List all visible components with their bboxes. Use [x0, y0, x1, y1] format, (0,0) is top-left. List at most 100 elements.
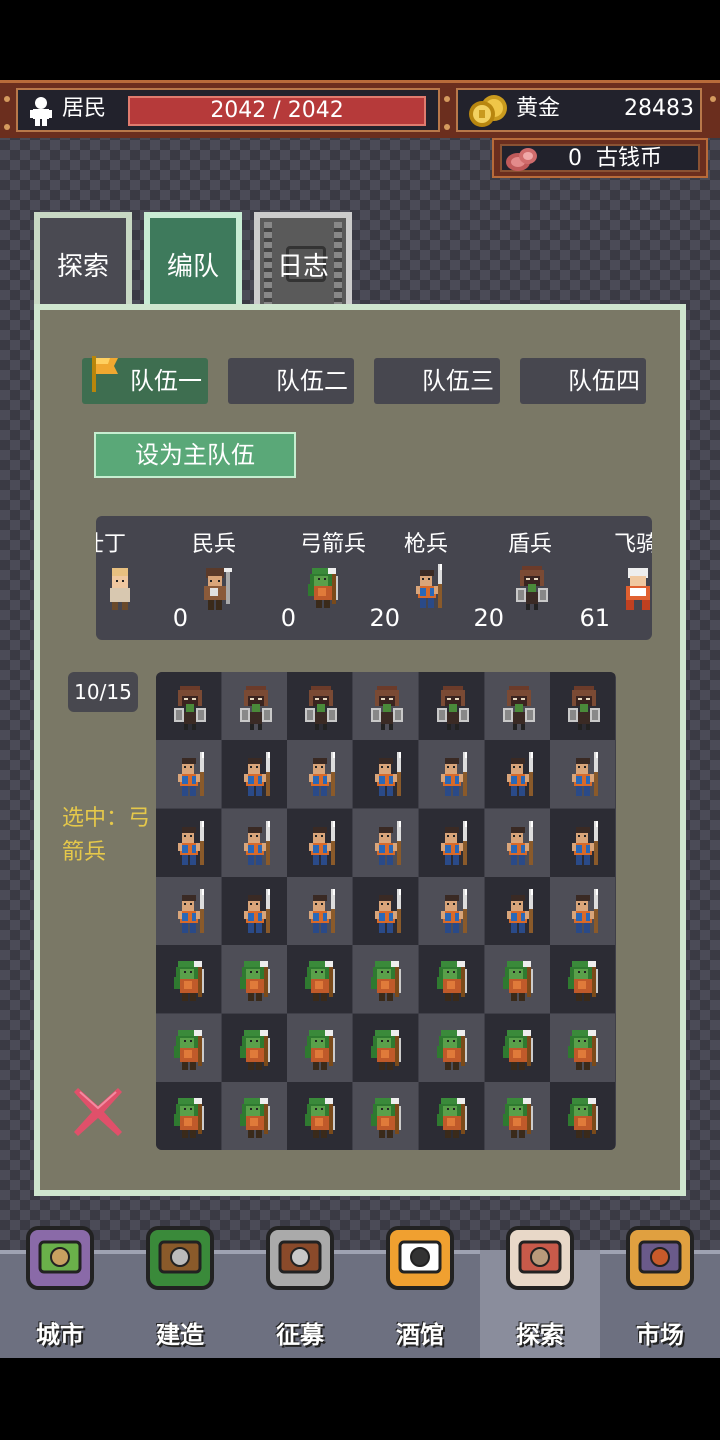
grid-cell[interactable] [287, 945, 353, 1014]
grid-cell[interactable] [418, 945, 484, 1014]
nav-city[interactable]: 城市 [0, 1226, 120, 1358]
grid-cell[interactable] [418, 1081, 484, 1150]
grid-cell[interactable] [156, 1081, 221, 1150]
gold-panel[interactable]: 黄金 28483 [456, 88, 702, 132]
grid-cell[interactable] [287, 808, 353, 877]
grid-cell[interactable] [550, 945, 616, 1014]
grid-cell[interactable] [418, 876, 484, 945]
tab-log-label: 日志 [276, 252, 329, 282]
grid-cell[interactable] [156, 740, 221, 809]
unit-sprite-spearman [309, 752, 336, 797]
grid-cell[interactable] [484, 876, 550, 945]
tab-formation[interactable]: 编队 [144, 212, 242, 314]
unit-sprite-shieldman [502, 686, 535, 730]
unit-sprite-spearman[interactable] [408, 560, 448, 616]
grid-cell[interactable] [550, 1081, 616, 1150]
ancient-coin-panel[interactable]: 0 古钱币 [492, 138, 708, 178]
unit-sprite-archer[interactable] [304, 560, 344, 616]
nav-label: 市场 [636, 1321, 684, 1349]
nav-label: 城市 [36, 1321, 84, 1349]
grid-cell[interactable] [287, 1081, 353, 1150]
grid-cell[interactable] [484, 1081, 550, 1150]
team-1-label: 队伍一 [130, 367, 202, 395]
grid-cell[interactable] [550, 808, 616, 877]
unit-sprite-spearman [375, 820, 402, 865]
unit-sprite-militia[interactable] [196, 560, 236, 616]
unit-name: 壮丁 [96, 532, 127, 557]
tab-formation-label: 编队 [166, 252, 219, 282]
unit-sprite-spearman [375, 752, 402, 797]
grid-cell[interactable] [287, 740, 353, 809]
grid-cell[interactable] [156, 1013, 221, 1082]
unit-sprite-spearman [243, 752, 270, 797]
grid-cell[interactable] [221, 1013, 287, 1082]
grid-cell[interactable] [156, 876, 221, 945]
grid-cell[interactable] [484, 1013, 550, 1082]
grid-cell[interactable] [156, 945, 221, 1014]
unit-sprite-archer [502, 1029, 533, 1070]
grid-cell[interactable] [550, 672, 616, 740]
unit-sprite-spearman [440, 820, 467, 865]
unit-sprite-spearman [506, 888, 533, 933]
grid-cell[interactable] [550, 740, 616, 809]
grid-cell[interactable] [353, 1013, 419, 1082]
unit-sprite-archer [371, 1029, 402, 1070]
grid-cell[interactable] [221, 1081, 287, 1150]
grid-cell[interactable] [484, 945, 550, 1014]
unit-sprite-spearman [506, 820, 533, 865]
bolt-decoration [4, 96, 10, 102]
team-1-button[interactable]: 队伍一 [82, 356, 208, 404]
unit-sprite-rider[interactable] [618, 560, 652, 616]
grid-cell[interactable] [484, 672, 550, 740]
grid-cell[interactable] [353, 740, 419, 809]
grid-cell[interactable] [287, 672, 353, 740]
unit-sprite-spearman [309, 820, 336, 865]
grid-cell[interactable] [221, 945, 287, 1014]
formation-grid[interactable] [156, 672, 616, 1150]
grid-cell[interactable] [418, 740, 484, 809]
grid-cell[interactable] [353, 672, 419, 740]
grid-cell[interactable] [156, 672, 221, 740]
grid-cell[interactable] [353, 876, 419, 945]
unit-sprite-spearman [506, 752, 533, 797]
tab-explore[interactable]: 探索 [34, 212, 132, 308]
unit-sprite-archer [174, 1029, 204, 1070]
explore-icon [506, 1226, 574, 1290]
tab-log[interactable]: 日志 [254, 212, 352, 308]
unit-name: 飞骑 [614, 532, 652, 557]
grid-cell[interactable] [550, 1013, 616, 1082]
grid-cell[interactable] [484, 740, 550, 809]
grid-cell[interactable] [418, 808, 484, 877]
nav-market[interactable]: 市场 [600, 1226, 720, 1358]
grid-cell[interactable] [353, 808, 419, 877]
grid-cell[interactable] [221, 876, 287, 945]
set-main-team-button[interactable]: 设为主队伍 [94, 432, 296, 478]
grid-cell[interactable] [221, 672, 287, 740]
grid-cell[interactable] [156, 808, 221, 877]
unit-sprite-shieldman[interactable] [512, 560, 552, 616]
close-icon[interactable] [70, 1084, 126, 1140]
nav-build[interactable]: 建造 [120, 1226, 240, 1358]
chain-decoration [334, 222, 342, 304]
team-2-button[interactable]: 队伍二 [228, 358, 354, 404]
selected-unit-text: 选中：弓箭兵 [62, 806, 151, 865]
team-4-button[interactable]: 队伍四 [520, 358, 646, 404]
grid-cell[interactable] [353, 1081, 419, 1150]
nav-explore[interactable]: 探索 [480, 1226, 600, 1358]
status-bar-area [0, 0, 720, 80]
grid-cell[interactable] [484, 808, 550, 877]
grid-cell[interactable] [418, 672, 484, 740]
grid-cell[interactable] [353, 945, 419, 1014]
team-3-button[interactable]: 队伍三 [374, 358, 500, 404]
unit-sprite-peasant[interactable] [100, 560, 140, 616]
population-bar: 2042 / 2042 [128, 96, 426, 126]
grid-cell[interactable] [418, 1013, 484, 1082]
grid-cell[interactable] [221, 740, 287, 809]
grid-cell[interactable] [287, 1013, 353, 1082]
nav-tavern[interactable]: 酒馆 [360, 1226, 480, 1358]
grid-cell[interactable] [221, 808, 287, 877]
unit-strip[interactable]: 壮丁 民兵 0 弓箭兵 0 枪兵 20 盾兵 20 飞骑 61 [96, 516, 652, 640]
grid-cell[interactable] [550, 876, 616, 945]
grid-cell[interactable] [287, 876, 353, 945]
nav-recruit[interactable]: 征募 [240, 1226, 360, 1358]
